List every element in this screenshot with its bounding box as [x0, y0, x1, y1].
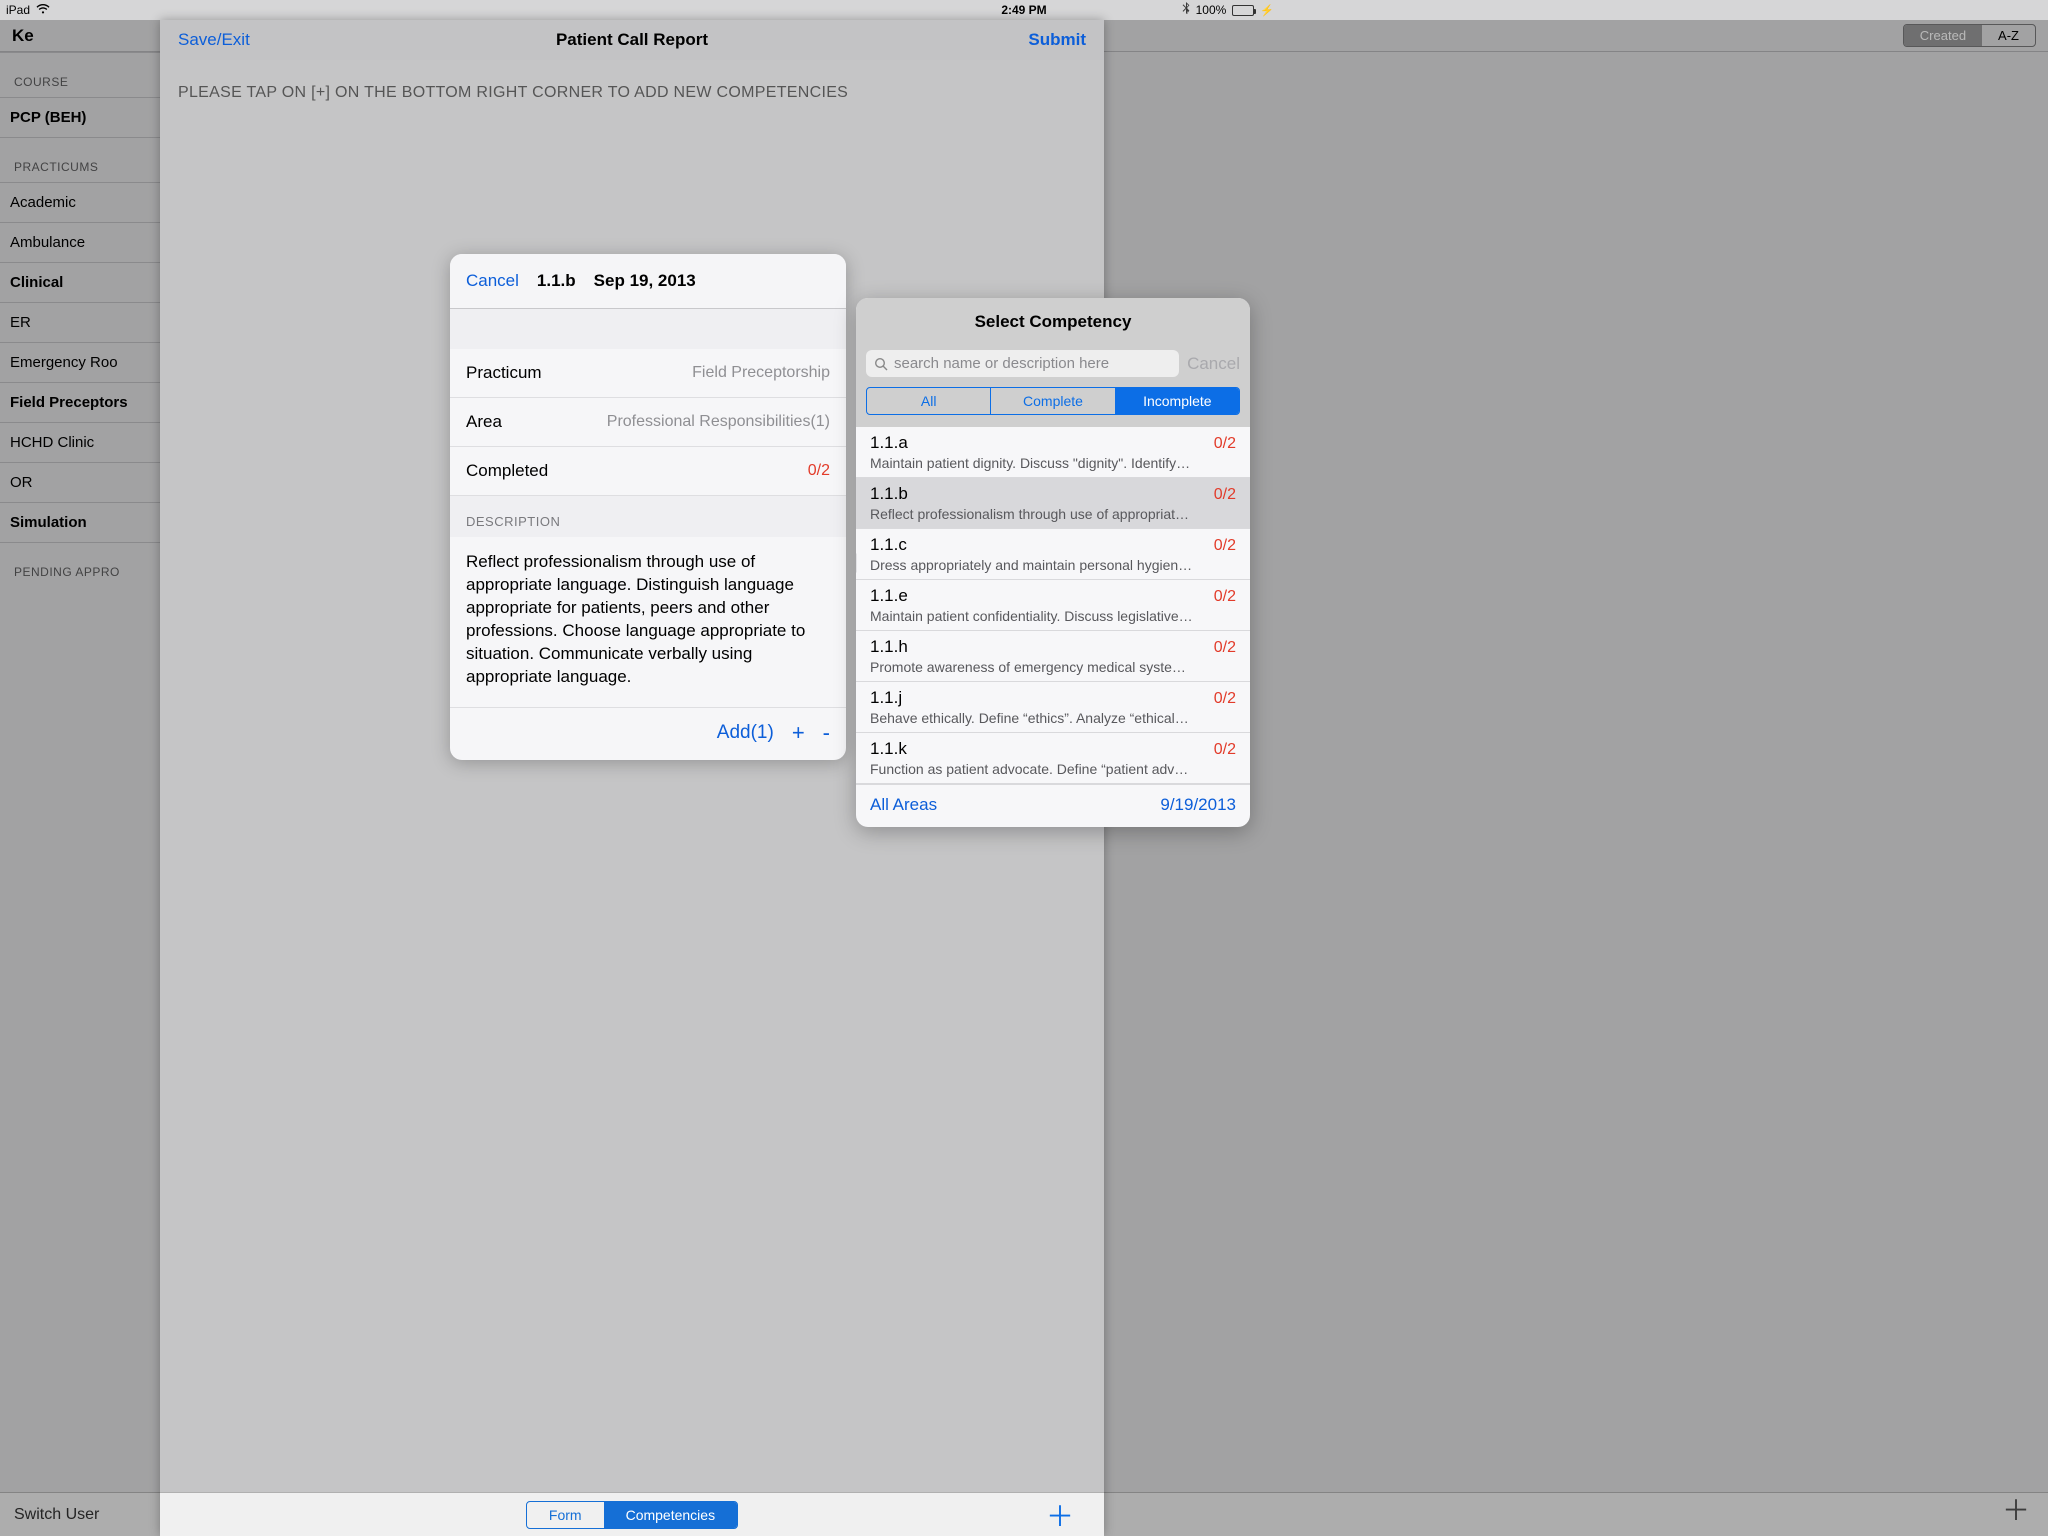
hint-text: PLEASE TAP ON [+] ON THE BOTTOM RIGHT CO…: [160, 60, 1104, 126]
search-placeholder: search name or description here: [894, 355, 1109, 372]
search-cancel-button[interactable]: Cancel: [1187, 354, 1240, 374]
submit-button[interactable]: Submit: [1028, 30, 1086, 50]
battery-icon: [1232, 5, 1254, 16]
detail-row-value: 0/2: [808, 462, 830, 480]
tab-form[interactable]: Form: [527, 1502, 604, 1528]
competency-detail-popover: Cancel 1.1.b Sep 19, 2013 Practicum Field…: [450, 254, 846, 760]
description-label: DESCRIPTION: [450, 496, 846, 537]
sheet-title: Patient Call Report: [556, 30, 708, 50]
competency-code: 1.1.b: [870, 484, 908, 504]
filter-incomplete[interactable]: Incomplete: [1116, 388, 1239, 414]
detail-cancel-button[interactable]: Cancel: [466, 271, 519, 291]
battery-percent: 100%: [1196, 3, 1227, 17]
sheet-footer: Form Competencies ＋: [160, 1492, 1104, 1536]
competency-ratio: 0/2: [1214, 690, 1236, 708]
competency-item[interactable]: 1.1.c 0/2 Dress appropriately and maintain…: [856, 529, 1250, 580]
competency-code: 1.1.e: [870, 586, 908, 606]
competency-ratio: 0/2: [1214, 639, 1236, 657]
competency-desc: Function as patient advocate. Define “pa…: [870, 761, 1236, 777]
detail-date: Sep 19, 2013: [594, 271, 696, 291]
decrement-button[interactable]: -: [823, 720, 830, 746]
detail-code: 1.1.b: [537, 271, 576, 291]
date-button[interactable]: 9/19/2013: [1160, 795, 1236, 815]
search-input[interactable]: search name or description here: [866, 350, 1179, 377]
detail-row-value: Field Preceptorship: [692, 364, 830, 382]
detail-row[interactable]: Practicum Field Preceptorship: [450, 349, 846, 398]
detail-row-key: Practicum: [466, 363, 542, 383]
detail-row-value: Professional Responsibilities(1): [607, 413, 830, 431]
description-text: Reflect professionalism through use of a…: [450, 537, 846, 708]
competency-ratio: 0/2: [1214, 435, 1236, 453]
filter-complete[interactable]: Complete: [991, 388, 1115, 414]
device-label: iPad: [6, 3, 30, 17]
competency-code: 1.1.a: [870, 433, 908, 453]
competency-code: 1.1.j: [870, 688, 902, 708]
search-icon: [874, 357, 888, 371]
areas-button[interactable]: All Areas: [870, 795, 937, 815]
competency-item[interactable]: 1.1.b 0/2 Reflect professionalism through …: [856, 478, 1250, 529]
competency-item[interactable]: 1.1.k 0/2 Function as patient advocate. De…: [856, 733, 1250, 784]
competency-desc: Dress appropriately and maintain persona…: [870, 557, 1236, 573]
add-count-button[interactable]: Add(1): [717, 722, 774, 744]
competency-ratio: 0/2: [1214, 486, 1236, 504]
view-segment[interactable]: Form Competencies: [526, 1501, 738, 1529]
charging-icon: ⚡: [1260, 4, 1274, 17]
competency-ratio: 0/2: [1214, 741, 1236, 759]
increment-button[interactable]: +: [792, 720, 805, 746]
competency-list[interactable]: 1.1.a 0/2 Maintain patient dignity. Discus…: [856, 427, 1250, 784]
competency-desc: Maintain patient dignity. Discuss "digni…: [870, 455, 1236, 471]
competency-code: 1.1.c: [870, 535, 907, 555]
filter-all[interactable]: All: [867, 388, 991, 414]
detail-row[interactable]: Area Professional Responsibilities(1): [450, 398, 846, 447]
add-competency-button[interactable]: ＋: [1046, 1495, 1074, 1535]
competency-item[interactable]: 1.1.e 0/2 Maintain patient confidentiality…: [856, 580, 1250, 631]
status-bar: iPad 2:49 PM 100% ⚡: [0, 0, 1280, 20]
competency-item[interactable]: 1.1.j 0/2 Behave ethically. Define “ethics…: [856, 682, 1250, 733]
competency-item[interactable]: 1.1.h 0/2 Promote awareness of emergency m…: [856, 631, 1250, 682]
clock: 2:49 PM: [1001, 3, 1046, 17]
competency-desc: Behave ethically. Define “ethics”. Analy…: [870, 710, 1236, 726]
select-competency-popover: Select Competency search name or descrip…: [856, 298, 1250, 827]
competency-item[interactable]: 1.1.a 0/2 Maintain patient dignity. Discus…: [856, 427, 1250, 478]
competency-desc: Maintain patient confidentiality. Discus…: [870, 608, 1236, 624]
competency-code: 1.1.h: [870, 637, 908, 657]
detail-row[interactable]: Completed 0/2: [450, 447, 846, 496]
tab-competencies[interactable]: Competencies: [604, 1502, 738, 1528]
select-title: Select Competency: [856, 298, 1250, 344]
filter-segment[interactable]: AllCompleteIncomplete: [866, 387, 1240, 415]
competency-code: 1.1.k: [870, 739, 907, 759]
competency-ratio: 0/2: [1214, 588, 1236, 606]
bluetooth-icon: [1182, 2, 1190, 18]
competency-ratio: 0/2: [1214, 537, 1236, 555]
wifi-icon: [36, 3, 50, 17]
competency-desc: Reflect professionalism through use of a…: [870, 506, 1236, 522]
detail-row-key: Area: [466, 412, 502, 432]
competency-desc: Promote awareness of emergency medical s…: [870, 659, 1236, 675]
detail-row-key: Completed: [466, 461, 548, 481]
save-exit-button[interactable]: Save/Exit: [178, 30, 250, 50]
